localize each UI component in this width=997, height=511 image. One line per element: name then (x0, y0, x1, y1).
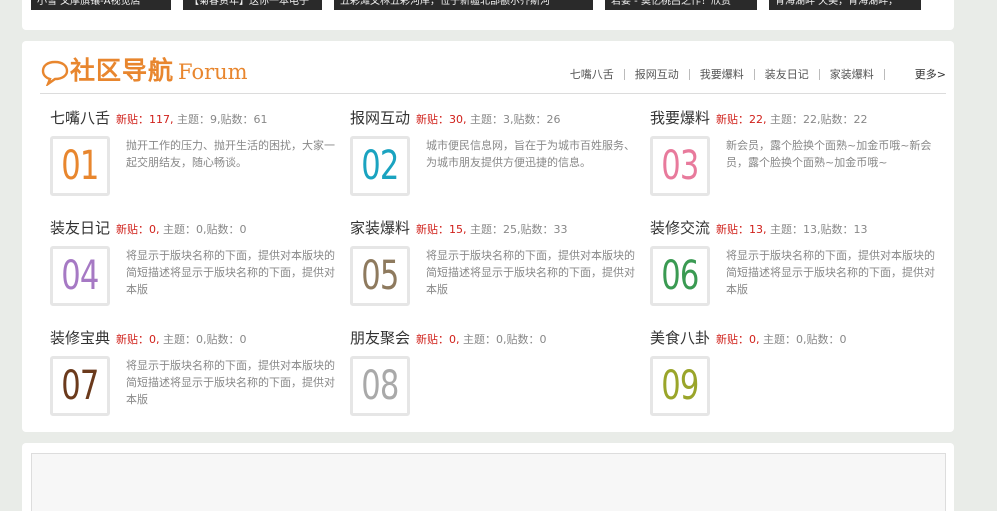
header-nav-link[interactable]: 装友日记 (765, 66, 809, 82)
board-new-count: 新贴：0, (416, 333, 460, 346)
board-description: 城市便民信息网，旨在于为城市百姓服务、为城市朋友提供方便迅捷的信息。 (426, 139, 635, 169)
board-name[interactable]: 朋友聚会 (350, 329, 410, 347)
top-strip-item[interactable]: 【菊春资年】送你一本电子 (183, 0, 322, 10)
board-name[interactable]: 七嘴八舌 (50, 109, 110, 127)
forum-nav-panel: 社区导航 Forum 七嘴八舌 报网互动 我要爆料 装友日记 家装爆料 更多> … (22, 41, 954, 432)
forum-logo: 社区导航 Forum (40, 56, 248, 86)
board-card: 装友日记 新贴：0, 主题：0,贴数：0 04 将显示于版块名称的下面，提供对本版… (50, 219, 350, 319)
board-stats: 主题：22,贴数：22 (770, 113, 868, 126)
board-stats: 主题：0,贴数：0 (763, 333, 847, 346)
board-card: 装修宝典 新贴：0, 主题：0,贴数：0 07 将显示于版块名称的下面，提供对本版… (50, 329, 350, 429)
bottom-panel (22, 443, 954, 511)
nav-divider (753, 68, 755, 80)
board-name[interactable]: 报网互动 (350, 109, 410, 127)
nav-divider (623, 68, 625, 80)
board-description: 将显示于版块名称的下面，提供对本版块的简短描述将显示于版块名称的下面，提供对本版 (726, 249, 935, 296)
board-card: 报网互动 新贴：30, 主题：3,贴数：26 02 城市便民信息网，旨在于为城市百… (350, 109, 650, 209)
board-description: 将显示于版块名称的下面，提供对本版块的简短描述将显示于版块名称的下面，提供对本版 (126, 249, 335, 296)
board-stats: 主题：9,贴数：61 (177, 113, 268, 126)
board-number: 09 (661, 363, 699, 409)
board-number-icon[interactable]: 06 (650, 246, 710, 306)
nav-divider (688, 68, 690, 80)
nav-divider (883, 68, 885, 80)
board-name[interactable]: 我要爆料 (650, 109, 710, 127)
board-title: 家装爆料 新贴：15, 主题：25,贴数：33 (350, 219, 568, 239)
board-new-count: 新贴：0, (116, 223, 160, 236)
board-name[interactable]: 家装爆料 (350, 219, 410, 237)
board-name[interactable]: 美食八卦 (650, 329, 710, 347)
board-title: 装友日记 新贴：0, 主题：0,贴数：0 (50, 219, 247, 239)
board-title: 朋友聚会 新贴：0, 主题：0,贴数：0 (350, 329, 547, 349)
board-name[interactable]: 装友日记 (50, 219, 110, 237)
board-number: 08 (361, 363, 399, 409)
top-strip-item[interactable]: 君要 - 莫忆桃吕之作！欣赏 (605, 0, 757, 10)
board-new-count: 新贴：0, (116, 333, 160, 346)
board-card: 美食八卦 新贴：0, 主题：0,贴数：0 09 (650, 329, 950, 429)
board-description: 新会员，露个脸换个面熟~加金币哦~新会员，露个脸换个面熟~加金币哦~ (726, 139, 932, 169)
board-description: 将显示于版块名称的下面，提供对本版块的简短描述将显示于版块名称的下面，提供对本版 (426, 249, 635, 296)
board-number-icon[interactable]: 04 (50, 246, 110, 306)
board-new-count: 新贴：15, (416, 223, 467, 236)
board-title: 七嘴八舌 新贴：117, 主题：9,贴数：61 (50, 109, 268, 129)
board-number: 06 (661, 253, 699, 299)
board-title: 我要爆料 新贴：22, 主题：22,贴数：22 (650, 109, 868, 129)
board-number-icon[interactable]: 09 (650, 356, 710, 416)
board-stats: 主题：0,贴数：0 (463, 333, 547, 346)
board-title: 美食八卦 新贴：0, 主题：0,贴数：0 (650, 329, 847, 349)
board-stats: 主题：3,贴数：26 (470, 113, 561, 126)
header-nav-link[interactable]: 七嘴八舌 (570, 66, 614, 82)
board-new-count: 新贴：117, (116, 113, 174, 126)
board-new-count: 新贴：0, (716, 333, 760, 346)
board-new-count: 新贴：30, (416, 113, 467, 126)
board-card: 我要爆料 新贴：22, 主题：22,贴数：22 03 新会员，露个脸换个面熟~加金… (650, 109, 950, 209)
board-number: 01 (61, 143, 99, 189)
header-nav-link[interactable]: 我要爆料 (700, 66, 744, 82)
board-card: 家装爆料 新贴：15, 主题：25,贴数：33 05 将显示于版块名称的下面，提供… (350, 219, 650, 319)
board-number: 05 (361, 253, 399, 299)
board-number: 03 (661, 143, 699, 189)
forum-header: 社区导航 Forum 七嘴八舌 报网互动 我要爆料 装友日记 家装爆料 更多> (40, 54, 946, 94)
board-description: 抛开工作的压力、抛开生活的困扰，大家一起交朋结友，随心畅谈。 (126, 139, 335, 169)
nav-divider (818, 68, 820, 80)
board-description: 将显示于版块名称的下面，提供对本版块的简短描述将显示于版块名称的下面，提供对本版 (126, 359, 335, 406)
board-number: 04 (61, 253, 99, 299)
board-card: 装修交流 新贴：13, 主题：13,贴数：13 06 将显示于版块名称的下面，提供… (650, 219, 950, 319)
top-strip-item[interactable]: 小雪 文摩旗镶-A视觉店 (31, 0, 171, 10)
board-number: 02 (361, 143, 399, 189)
header-nav: 七嘴八舌 报网互动 我要爆料 装友日记 家装爆料 更多> (570, 66, 946, 82)
board-title: 装修宝典 新贴：0, 主题：0,贴数：0 (50, 329, 247, 349)
board-number-icon[interactable]: 08 (350, 356, 410, 416)
speech-bubble-icon (41, 60, 69, 86)
board-number: 07 (61, 363, 99, 409)
board-title: 报网互动 新贴：30, 主题：3,贴数：26 (350, 109, 561, 129)
board-card: 朋友聚会 新贴：0, 主题：0,贴数：0 08 (350, 329, 650, 429)
board-stats: 主题：0,贴数：0 (163, 333, 247, 346)
board-number-icon[interactable]: 02 (350, 136, 410, 196)
top-image-strip: 小雪 文摩旗镶-A视觉店 【菊春资年】送你一本电子 五彩滩文林五彩河岸，位于新疆… (31, 0, 921, 10)
bottom-content-area (31, 453, 946, 511)
board-number-icon[interactable]: 01 (50, 136, 110, 196)
forum-title-en: Forum (178, 60, 248, 84)
board-new-count: 新贴：22, (716, 113, 767, 126)
more-link[interactable]: 更多> (915, 66, 946, 82)
top-strip-item[interactable]: 五彩滩文林五彩河岸，位于新疆北部额尔齐斯河 (334, 0, 593, 10)
board-stats: 主题：0,贴数：0 (163, 223, 247, 236)
header-nav-link[interactable]: 报网互动 (635, 66, 679, 82)
forum-title-cn: 社区导航 (70, 56, 175, 85)
board-title: 装修交流 新贴：13, 主题：13,贴数：13 (650, 219, 868, 239)
board-number-icon[interactable]: 07 (50, 356, 110, 416)
header-nav-link[interactable]: 家装爆料 (830, 66, 874, 82)
board-stats: 主题：13,贴数：13 (770, 223, 868, 236)
board-number-icon[interactable]: 05 (350, 246, 410, 306)
board-number-icon[interactable]: 03 (650, 136, 710, 196)
board-new-count: 新贴：13, (716, 223, 767, 236)
board-stats: 主题：25,贴数：33 (470, 223, 568, 236)
board-name[interactable]: 装修宝典 (50, 329, 110, 347)
top-strip-item[interactable]: 青海湖畔 天美，青海湖畔， (769, 0, 921, 10)
board-name[interactable]: 装修交流 (650, 219, 710, 237)
board-card: 七嘴八舌 新贴：117, 主题：9,贴数：61 01 抛开工作的压力、抛开生活的困… (50, 109, 350, 209)
